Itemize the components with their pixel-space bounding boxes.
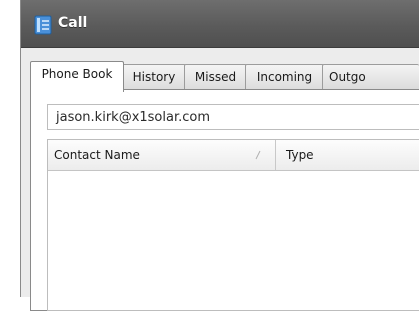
tab-label: Outgo (329, 70, 366, 84)
search-input[interactable]: jason.kirk@x1solar.com (47, 104, 419, 130)
tab-history[interactable]: History (122, 64, 186, 90)
table-header: Contact Name Type (48, 140, 419, 171)
tab-outgoing[interactable]: Outgo (322, 64, 419, 89)
sort-indicator-icon (255, 150, 261, 160)
tab-label: Phone Book (41, 67, 113, 81)
window-title: Call (58, 15, 88, 31)
tab-label: Incoming (256, 70, 313, 84)
tab-incoming[interactable]: Incoming (245, 64, 324, 90)
title-bar[interactable]: Call (21, 0, 419, 48)
contacts-table[interactable]: Contact Name Type (47, 139, 419, 311)
tab-label: Missed (194, 70, 237, 84)
column-header-contact-name[interactable]: Contact Name (48, 140, 276, 170)
column-header-type[interactable]: Type (276, 140, 419, 170)
search-value: jason.kirk@x1solar.com (56, 110, 211, 125)
address-book-icon (34, 15, 52, 35)
tab-phone-book[interactable]: Phone Book (30, 61, 124, 92)
tab-label: History (132, 70, 176, 84)
tab-missed[interactable]: Missed (184, 64, 247, 90)
column-header-label: Type (286, 148, 314, 162)
tab-strip: Phone Book History Missed Incoming Outgo (30, 61, 419, 92)
column-header-label: Contact Name (54, 148, 140, 162)
